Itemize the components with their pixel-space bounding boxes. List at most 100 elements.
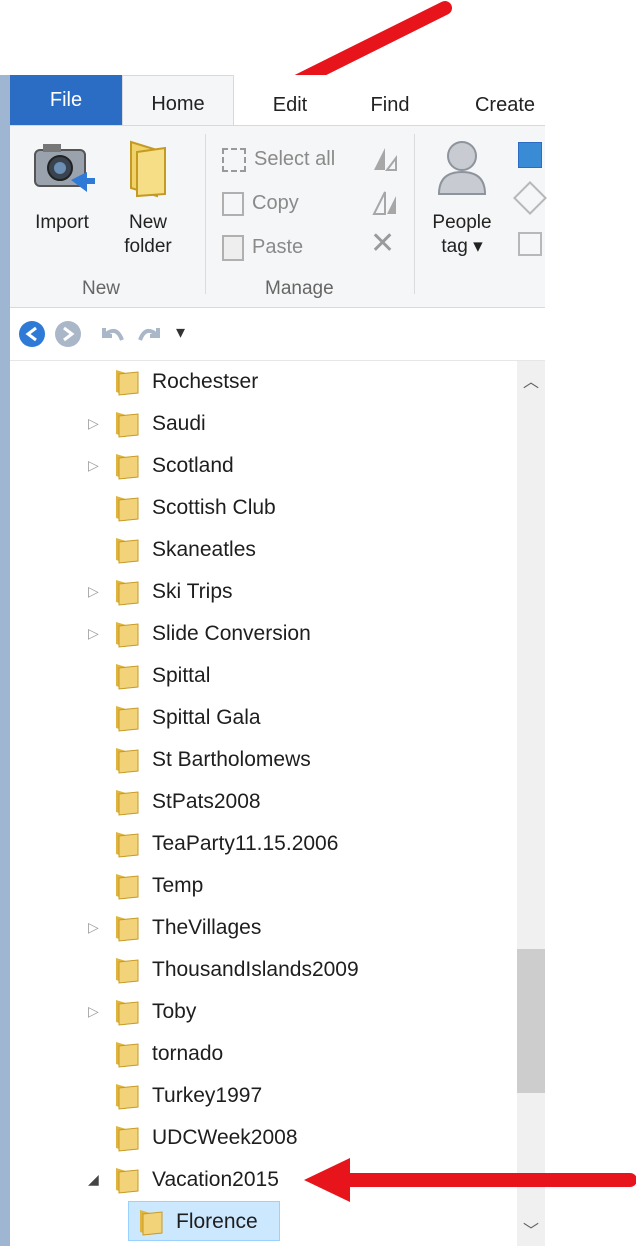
contact-card-icon[interactable] — [518, 142, 542, 168]
tree-item[interactable]: Temp — [10, 865, 517, 907]
scroll-up-icon[interactable]: ︿ — [517, 369, 545, 397]
folder-icon — [116, 622, 139, 648]
tree-item-label: Toby — [152, 1000, 197, 1023]
scrollbar-thumb[interactable] — [517, 949, 545, 1093]
folder-icon — [116, 1126, 139, 1152]
tree-item[interactable]: Rochestser — [10, 361, 517, 403]
tree-item-label: Temp — [152, 874, 204, 897]
customize-dropdown-icon[interactable]: ▾ — [176, 322, 185, 343]
tree-item[interactable]: ▷ Saudi — [10, 403, 517, 445]
undo-icon[interactable] — [98, 320, 126, 348]
expand-arrow-icon[interactable]: ▷ — [88, 415, 104, 431]
caption-icon[interactable] — [518, 232, 542, 256]
forward-icon[interactable] — [54, 320, 82, 348]
tree-item-label: Slide Conversion — [152, 622, 311, 645]
redo-icon[interactable] — [136, 320, 164, 348]
paste-icon — [222, 234, 244, 261]
copy-button[interactable]: Copy — [222, 186, 299, 220]
folder-icon — [116, 706, 139, 732]
collapse-arrow-icon[interactable]: ◢ — [88, 1171, 104, 1187]
folder-icon — [140, 1210, 163, 1236]
select-all-icon — [222, 147, 246, 172]
select-all-label: Select all — [254, 148, 336, 170]
vertical-scrollbar[interactable]: ︿ ﹀ — [517, 361, 545, 1246]
folder-icon — [116, 916, 139, 942]
group-separator — [414, 134, 415, 294]
scroll-down-icon[interactable]: ﹀ — [517, 1218, 545, 1246]
new-folder-label-line1: New — [128, 212, 167, 233]
folder-icon — [116, 1000, 139, 1026]
copy-icon — [222, 191, 244, 216]
folder-icon — [116, 454, 139, 480]
tab-home[interactable]: Home — [122, 75, 234, 126]
folder-icon — [116, 580, 139, 606]
folder-icon — [116, 874, 139, 900]
back-icon[interactable] — [18, 320, 46, 348]
tree-item-label: Scotland — [152, 454, 234, 477]
folder-icon — [116, 790, 139, 816]
tree-item-label: St Bartholomews — [152, 748, 311, 771]
tree-item[interactable]: ThousandIslands2009 — [10, 949, 517, 991]
folder-icon — [116, 1168, 139, 1194]
import-button[interactable]: Import — [22, 136, 102, 235]
tree-item-label: TheVillages — [152, 916, 262, 939]
camera-import-icon — [34, 144, 95, 192]
tree-item-label: TeaParty11.15.2006 — [152, 832, 339, 855]
delete-icon[interactable]: ✕ — [370, 226, 395, 261]
folder-icon — [116, 958, 139, 984]
tree-item-label: Skaneatles — [152, 538, 256, 561]
tree-item[interactable]: Scottish Club — [10, 487, 517, 529]
import-label: Import — [35, 212, 89, 233]
expand-arrow-icon[interactable]: ▷ — [88, 457, 104, 473]
group-label-manage: Manage — [265, 278, 334, 299]
folder-icon — [116, 538, 139, 564]
expand-arrow-icon[interactable]: ▷ — [88, 625, 104, 641]
tree-item[interactable]: St Bartholomews — [10, 739, 517, 781]
tree-item[interactable]: ▷ Slide Conversion — [10, 613, 517, 655]
annotation-arrow-vacation2015 — [304, 1158, 636, 1202]
tree-item[interactable]: Spittal Gala — [10, 697, 517, 739]
tree-item-label: Saudi — [152, 412, 206, 435]
tab-find[interactable]: Find — [345, 85, 435, 125]
tab-file[interactable]: File — [10, 75, 122, 125]
tree-item-label: UDCWeek2008 — [152, 1126, 298, 1149]
tree-item[interactable]: ▷ Scotland — [10, 445, 517, 487]
photo-gallery-window: File Home Edit Find Create Import New fo… — [0, 75, 547, 1246]
quick-access-toolbar: ▾ — [10, 308, 545, 361]
tree-item[interactable]: Spittal — [10, 655, 517, 697]
rotate-right-icon[interactable] — [370, 188, 400, 216]
tree-item-label: Florence — [176, 1210, 258, 1233]
tree-item[interactable]: ▷ Ski Trips — [10, 571, 517, 613]
new-folder-icon — [130, 140, 166, 198]
people-tag-label-line2: tag ▾ — [441, 236, 483, 257]
select-all-button[interactable]: Select all — [222, 142, 335, 176]
folder-icon — [116, 496, 139, 522]
tree-item-label: Spittal Gala — [152, 706, 261, 729]
expand-arrow-icon[interactable]: ▷ — [88, 919, 104, 935]
tree-item-label: Spittal — [152, 664, 211, 687]
paste-button[interactable]: Paste — [222, 230, 303, 264]
expand-arrow-icon[interactable]: ▷ — [88, 583, 104, 599]
new-folder-label-line2: folder — [124, 236, 172, 257]
tag-icon[interactable] — [513, 181, 547, 215]
tree-item-label: StPats2008 — [152, 790, 261, 813]
tree-item[interactable]: Turkey1997 — [10, 1075, 517, 1117]
tree-item[interactable]: ▷ TheVillages — [10, 907, 517, 949]
paste-label: Paste — [252, 236, 304, 258]
tree-item[interactable]: TeaParty11.15.2006 — [10, 823, 517, 865]
tab-create[interactable]: Create — [460, 85, 550, 125]
tree-item-label: Scottish Club — [152, 496, 276, 519]
expand-arrow-icon[interactable]: ▷ — [88, 1003, 104, 1019]
people-tag-label-line1: People — [432, 212, 492, 233]
folder-icon — [116, 664, 139, 690]
tree-item[interactable]: tornado — [10, 1033, 517, 1075]
tree-item[interactable]: Skaneatles — [10, 529, 517, 571]
tree-item-label: Rochestser — [152, 370, 259, 393]
tree-item-label: Turkey1997 — [152, 1084, 263, 1107]
rotate-left-icon[interactable] — [370, 144, 400, 172]
tab-edit[interactable]: Edit — [250, 85, 330, 125]
tree-item[interactable]: ▷ Toby — [10, 991, 517, 1033]
new-folder-button[interactable]: New folder — [108, 136, 188, 259]
tree-item[interactable]: StPats2008 — [10, 781, 517, 823]
people-tag-button[interactable]: People tag ▾ — [422, 136, 502, 259]
